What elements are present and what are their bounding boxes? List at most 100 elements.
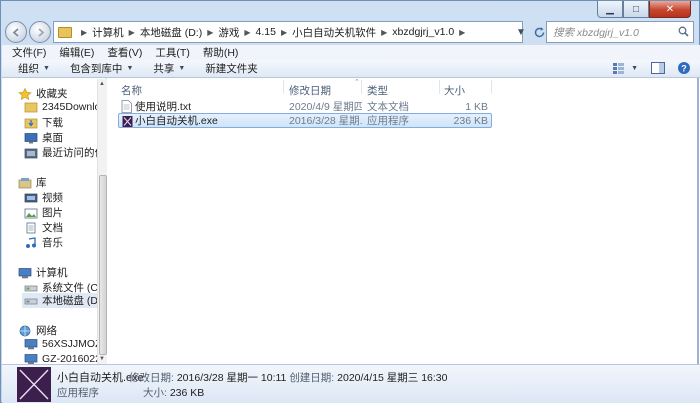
- preview-pane-icon[interactable]: [650, 61, 666, 75]
- nav-item-network-pc-2[interactable]: GZ-20160224PA: [24, 353, 105, 364]
- nav-computer[interactable]: 计算机: [18, 265, 68, 280]
- search-placeholder: 搜索 xbzdgjrj_v1.0: [553, 26, 639, 39]
- share-button[interactable]: 共享 ▼: [153, 61, 185, 76]
- explorer-window: ▁ □ ✕ ▼ ▶ 计算机 ▶ 本地磁盘 (D:) ▶ 游戏 ▶ 4.15 ▶ …: [0, 0, 700, 403]
- column-header-name[interactable]: 名称: [121, 83, 142, 98]
- nav-item-2345downloads[interactable]: 2345Downloads: [24, 101, 105, 113]
- menu-view[interactable]: 查看(V): [107, 45, 142, 60]
- column-header-size[interactable]: 大小: [444, 83, 465, 98]
- breadcrumb-separator[interactable]: ▶: [281, 28, 287, 37]
- nav-computer-label: 计算机: [36, 267, 68, 279]
- folder-icon: [58, 26, 72, 38]
- breadcrumb-separator[interactable]: ▶: [81, 28, 87, 37]
- desktop-icon: [24, 132, 38, 143]
- nav-item-desktop[interactable]: 桌面: [24, 130, 63, 145]
- close-button[interactable]: ✕: [649, 1, 691, 18]
- file-date: 2020/4/9 星期四 ...: [289, 101, 362, 113]
- recent-places-icon: [24, 148, 38, 158]
- column-divider[interactable]: [361, 80, 362, 94]
- document-library-icon: [26, 222, 36, 233]
- menu-help[interactable]: 帮助(H): [203, 45, 239, 60]
- column-divider[interactable]: [491, 80, 492, 94]
- nav-item-network-pc-1[interactable]: 56XSJJMOZ8C7: [24, 338, 105, 350]
- menu-tools[interactable]: 工具(T): [155, 45, 189, 60]
- nav-item-label: 桌面: [42, 132, 63, 144]
- nav-item-recent-places[interactable]: 最近访问的位置: [24, 145, 105, 160]
- file-row[interactable]: 小白自动关机.exe 2016/3/28 星期... 应用程序 236 KB: [118, 113, 492, 128]
- scroll-up-arrow-icon[interactable]: ▲: [99, 81, 105, 87]
- back-arrow-icon: [12, 27, 19, 37]
- nav-item-downloads[interactable]: 下载: [24, 115, 63, 130]
- scrollbar-thumb[interactable]: [99, 175, 107, 355]
- column-divider[interactable]: [283, 80, 284, 94]
- maximize-button[interactable]: □: [623, 1, 649, 18]
- minimize-button[interactable]: ▁: [597, 1, 623, 18]
- breadcrumb-drive-d[interactable]: 本地磁盘 (D:): [140, 25, 202, 40]
- search-input[interactable]: 搜索 xbzdgjrj_v1.0: [546, 21, 694, 43]
- menu-edit[interactable]: 编辑(E): [59, 45, 94, 60]
- address-dropdown[interactable]: ▼: [511, 21, 531, 43]
- nav-item-music[interactable]: 音乐: [24, 235, 63, 250]
- share-label: 共享: [153, 63, 175, 75]
- organize-label: 组织: [18, 63, 39, 75]
- breadcrumb-separator[interactable]: ▶: [459, 28, 465, 37]
- navigation-scrollbar[interactable]: ▲ ▼: [97, 79, 107, 364]
- menu-bar: 文件(F) 编辑(E) 查看(V) 工具(T) 帮助(H): [2, 45, 700, 60]
- include-in-library-label: 包含到库中: [69, 63, 123, 75]
- nav-item-drive-d[interactable]: 本地磁盘 (D:): [22, 293, 105, 308]
- file-row[interactable]: 使用说明.txt 2020/4/9 星期四 ... 文本文档 1 KB: [118, 99, 492, 114]
- command-bar: 组织 ▼ 包含到库中 ▼ 共享 ▼ 新建文件夹 ▼ ?: [2, 60, 700, 78]
- drive-icon: [24, 298, 38, 304]
- breadcrumb-software[interactable]: 小白自动关机软件: [292, 25, 376, 40]
- scroll-down-arrow-icon[interactable]: ▼: [99, 356, 105, 362]
- back-button[interactable]: [5, 21, 27, 43]
- nav-item-label: 图片: [42, 207, 63, 219]
- library-icon: [18, 177, 32, 188]
- view-options-icon[interactable]: [611, 61, 627, 75]
- file-date: 2016/3/28 星期...: [289, 115, 362, 127]
- new-folder-button[interactable]: 新建文件夹: [205, 61, 258, 76]
- forward-arrow-icon: [37, 27, 44, 37]
- file-type: 文本文档: [367, 101, 409, 113]
- breadcrumb-separator[interactable]: ▶: [381, 28, 387, 37]
- breadcrumb-computer[interactable]: 计算机: [92, 25, 124, 40]
- address-bar[interactable]: ▶ 计算机 ▶ 本地磁盘 (D:) ▶ 游戏 ▶ 4.15 ▶ 小白自动关机软件…: [53, 21, 523, 43]
- nav-favorites[interactable]: 收藏夹: [18, 86, 68, 101]
- nav-network[interactable]: 网络: [18, 323, 57, 338]
- details-modified-label: 修改日期:: [129, 372, 174, 384]
- view-controls: ▼ ?: [605, 61, 692, 75]
- nav-libraries[interactable]: 库: [18, 175, 47, 190]
- nav-item-pictures[interactable]: 图片: [24, 205, 63, 220]
- breadcrumb-current[interactable]: xbzdgjrj_v1.0: [392, 26, 454, 38]
- help-icon[interactable]: ?: [676, 61, 692, 75]
- breadcrumb-games[interactable]: 游戏: [218, 25, 239, 40]
- caption-buttons: ▁ □ ✕: [597, 1, 691, 18]
- nav-item-label: 文档: [42, 222, 63, 234]
- nav-item-documents[interactable]: 文档: [24, 220, 63, 235]
- app-thumbnail-icon: [17, 367, 51, 402]
- column-header-date[interactable]: 修改日期: [289, 83, 331, 98]
- menu-file[interactable]: 文件(F): [12, 45, 46, 60]
- column-header-type[interactable]: 类型: [367, 83, 388, 98]
- app-icon: [122, 116, 133, 127]
- details-size: 大小: 236 KB: [143, 385, 204, 400]
- file-name: 使用说明.txt: [135, 101, 192, 113]
- include-in-library-button[interactable]: 包含到库中 ▼: [70, 61, 133, 76]
- file-size: 1 KB: [465, 100, 488, 113]
- sort-indicator-icon: ⌃: [354, 79, 360, 86]
- window-border: [697, 78, 699, 364]
- view-options-dropdown[interactable]: ▼: [631, 65, 638, 72]
- details-created-value: 2020/4/15 星期三 16:30: [337, 372, 448, 384]
- nav-item-videos[interactable]: 视频: [24, 190, 63, 205]
- column-divider[interactable]: [439, 80, 440, 94]
- breadcrumb-4-15[interactable]: 4.15: [256, 26, 276, 38]
- breadcrumb-separator[interactable]: ▶: [129, 28, 135, 37]
- network-computer-icon: [24, 339, 38, 350]
- details-modified-value: 2016/3/28 星期一 10:11: [176, 372, 287, 384]
- breadcrumb-separator[interactable]: ▶: [207, 28, 213, 37]
- organize-button[interactable]: 组织 ▼: [18, 61, 50, 76]
- chevron-down-icon: ▼: [126, 65, 134, 72]
- download-folder-icon: [24, 118, 38, 128]
- breadcrumb-separator[interactable]: ▶: [244, 28, 250, 37]
- forward-button[interactable]: [29, 21, 51, 43]
